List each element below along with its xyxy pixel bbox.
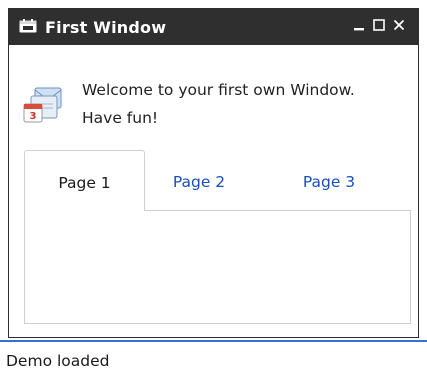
tab-view: Page 1 Page 2 Page 3 [24,150,411,324]
tab-content-panel [24,210,411,324]
app-window: First Window 3 Welcome to your first own… [8,8,419,338]
calendar-icon [19,18,37,33]
welcome-line-1: Welcome to your first own Window. [82,81,355,99]
status-text: Demo loaded [6,352,110,370]
welcome-line-2: Have fun! [82,109,159,127]
svg-text:3: 3 [30,111,37,122]
window-titlebar[interactable]: First Window [9,9,418,45]
minimize-button[interactable] [350,16,368,36]
tab-page-1[interactable]: Page 1 [24,150,145,211]
maximize-button[interactable] [370,16,388,36]
window-title: First Window [45,18,167,37]
tab-page-3[interactable]: Page 3 [274,150,384,210]
close-icon [390,19,408,31]
status-bar: Demo loaded [0,340,427,385]
calendar-mail-icon: 3 [23,84,63,126]
welcome-message: Welcome to your first own Window. Have f… [82,76,355,132]
close-button[interactable] [390,16,408,36]
tab-page-2[interactable]: Page 2 [154,150,244,210]
maximize-icon [370,19,388,31]
minimize-icon [350,19,368,31]
